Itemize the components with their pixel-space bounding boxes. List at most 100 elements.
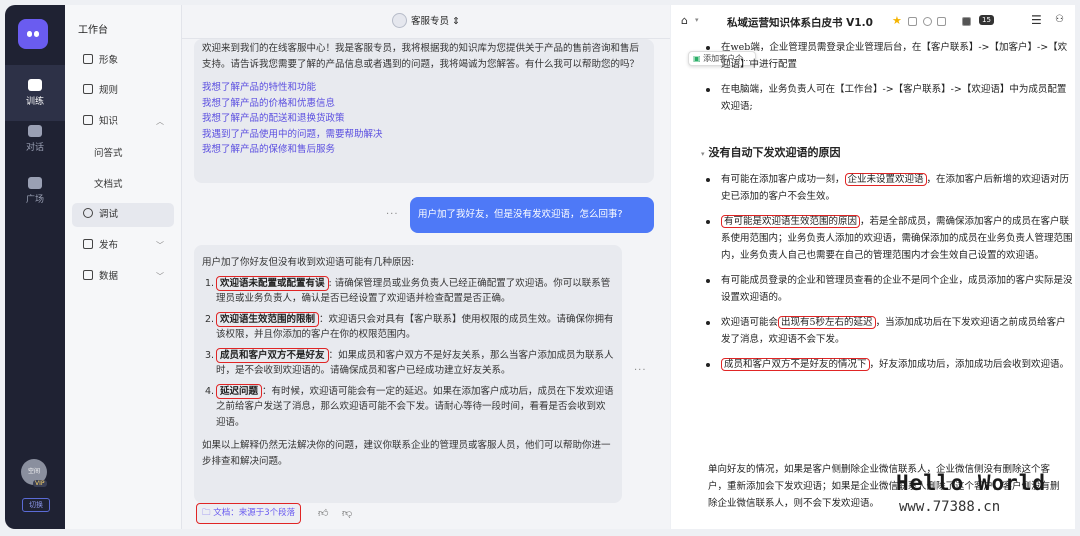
- chevron-down-icon: ﹀: [156, 241, 164, 250]
- chat-bubble-icon: [83, 208, 93, 218]
- grid-icon: [28, 177, 42, 189]
- doc-bullet: 成员和客户双方不是好友的情况下 ，好友添加成功后，添加成功后会收到欢迎语。: [701, 356, 1073, 373]
- menu-item-data[interactable]: 数据 ﹀: [72, 265, 174, 289]
- doc-bullet: 有可能是欢迎语生效范围的原因 ，若是全部成员，需确保添加客户的成员在客户联系使用范…: [701, 213, 1073, 264]
- chat-header[interactable]: 客服专员 ⇕: [182, 5, 670, 39]
- thumbs-up-icon[interactable]: 👍︎: [318, 507, 328, 519]
- doc-heading: ▾ 没有自动下发欢迎语的原因: [701, 144, 841, 160]
- item-number: 2.: [205, 313, 215, 325]
- chat-panel: 客服专员 ⇕ 欢迎来到我们的在线客服中心！我是客服专员，我将根据我的知识库为您提…: [182, 5, 850, 529]
- welcome-message: 欢迎来到我们的在线客服中心！我是客服专员，我将根据我的知识库为您提供关于产品的售…: [194, 39, 654, 183]
- doc-bullet: 有可能在添加客户成功一刻， 企业未设置欢迎语 ，在添加客户后新增的欢迎语对历史已添加…: [701, 171, 1073, 205]
- switch-button[interactable]: 切换: [22, 498, 50, 512]
- item-number: 3.: [205, 349, 215, 361]
- watermark: Hello World: [896, 471, 1047, 495]
- more-options-icon[interactable]: ···: [634, 365, 647, 376]
- vip-badge: VIP: [33, 480, 47, 487]
- menu-item-debug[interactable]: 调试: [72, 203, 174, 227]
- suggestion-link[interactable]: 我想了解产品的保修和售后服务: [202, 142, 646, 158]
- rail-item-plaza[interactable]: 广场: [5, 177, 65, 205]
- book-icon: [83, 115, 93, 125]
- doc-toolbar: ⌂ ▾ 私域运营知识体系白皮书 V1.0 ★ 15 ☰ ⚇: [671, 5, 1075, 39]
- suggestion-link[interactable]: 我想了解产品的特性和功能: [202, 80, 646, 96]
- menu-item-label: 规则: [99, 85, 119, 96]
- more-options-icon[interactable]: ···: [386, 209, 399, 220]
- chevron-up-icon: ︿: [156, 117, 164, 126]
- bullet-text: 欢迎语可能会: [721, 317, 779, 328]
- export-icon[interactable]: [908, 17, 917, 26]
- thumbs-down-icon[interactable]: 👎︎: [342, 507, 352, 519]
- doc-bullet: 在电脑端，业务负责人可在【工作台】->【客户联系】->【欢迎语】中为成员配置欢迎…: [701, 81, 1073, 115]
- collapse-icon[interactable]: ▾: [701, 149, 705, 158]
- doc-bullet: 有可能成员登录的企业和管理员查看的企业不是同个企业，成员添加的客户实际是没设置欢…: [701, 272, 1073, 306]
- suggestion-link[interactable]: 我想了解产品的配送和退换货政策: [202, 111, 646, 127]
- welcome-text: 欢迎来到我们的在线客服中心！我是客服专员，我将根据我的知识库为您提供关于产品的售…: [202, 43, 640, 70]
- share-icon: [83, 239, 93, 249]
- rail-item-chat[interactable]: 对话: [5, 125, 65, 153]
- highlighted-text: 出现有5秒左右的延迟: [778, 316, 876, 329]
- suggestion-list: 我想了解产品的特性和功能 我想了解产品的价格和优惠信息 我想了解产品的配送和退换…: [202, 80, 646, 158]
- menu-item-qa[interactable]: 问答式: [72, 142, 174, 166]
- menu-item-knowledge[interactable]: 知识 ︿: [72, 110, 174, 134]
- clock-icon[interactable]: [937, 17, 946, 26]
- answer-message: 用户加了你好友但没有收到欢迎语可能有几种原因: 1. 欢迎语未配置或配置有误: 请…: [194, 245, 622, 503]
- rail-item-train[interactable]: 训练: [5, 65, 65, 121]
- doc-top-bullets: 在web端，企业管理员需登录企业管理后台，在【客户联系】->【加客户】->【欢迎…: [701, 39, 1073, 123]
- chevron-down-icon: ﹀: [156, 272, 164, 281]
- menu-item-label: 文档式: [94, 179, 123, 190]
- menu-item-publish[interactable]: 发布 ﹀: [72, 234, 174, 258]
- menu-item-rules[interactable]: 规则: [72, 79, 174, 103]
- answer-footer: 🗀 文档：来源于3个段落 👍︎ 👎︎: [194, 503, 622, 525]
- menu-icon[interactable]: ☰: [1031, 13, 1042, 27]
- chat-title: 客服专员: [410, 16, 449, 27]
- answer-intro: 用户加了你好友但没有收到欢迎语可能有几种原因:: [202, 257, 415, 268]
- star-icon[interactable]: ★: [892, 14, 902, 27]
- item-number: 4.: [205, 385, 215, 397]
- menu-item-label: 发布: [99, 240, 119, 251]
- rail-item-label: 训练: [25, 97, 44, 107]
- user-share-icon[interactable]: ⚇: [1055, 14, 1064, 25]
- doc-icon: 🗀: [202, 508, 214, 518]
- suggestion-link[interactable]: 我想了解产品的价格和优惠信息: [202, 96, 646, 112]
- doc-bullet: 在web端，企业管理员需登录企业管理后台，在【客户联系】->【加客户】->【欢迎…: [701, 39, 1073, 73]
- doc-title: 私域运营知识体系白皮书 V1.0: [727, 17, 873, 29]
- doc-heading-text: 没有自动下发欢迎语的原因: [708, 146, 841, 159]
- menu-item-label: 形象: [99, 55, 119, 66]
- agent-avatar-icon: [391, 13, 407, 28]
- robot-icon: [28, 79, 42, 91]
- highlighted-text: 企业未设置欢迎语: [844, 173, 927, 186]
- rail-item-label: 广场: [25, 195, 44, 205]
- collaborator-count-badge: 15: [979, 15, 994, 25]
- menu-title: 工作台: [78, 25, 108, 36]
- watermark-url: www.77388.cn: [899, 499, 1001, 515]
- suggestion-link[interactable]: 我遇到了产品使用中的问题，需要帮助解决: [202, 127, 646, 143]
- item-number: 1.: [205, 277, 215, 289]
- answer-item-title: 欢迎语生效范围的限制: [216, 311, 320, 327]
- workspace-menu: 工作台 形象 规则 知识 ︿ 问答式 文档式 调试 发布 ﹀ 数据 ﹀: [65, 5, 182, 529]
- switch-agent-icon[interactable]: ⇕: [452, 16, 460, 27]
- check-circle-icon[interactable]: [923, 17, 932, 26]
- bullet-text: ，好友添加成功后，添加成功后会收到欢迎语。: [869, 359, 1070, 370]
- person-icon: [83, 54, 93, 64]
- answer-item-title: 延迟问题: [216, 383, 263, 399]
- chevron-down-icon[interactable]: ▾: [695, 16, 699, 24]
- rail-item-label: 对话: [25, 143, 44, 153]
- chart-icon: [83, 270, 93, 280]
- doc-reason-list: 有可能在添加客户成功一刻， 企业未设置欢迎语 ，在添加客户后新增的欢迎语对历史已添加…: [701, 171, 1073, 381]
- answer-outro: 如果以上解释仍然无法解决你的问题，建议你联系企业的管理员或客服人员，他们可以帮助…: [202, 440, 611, 467]
- user-message: 用户加了我好友，但是没有发欢迎语，怎么回事?: [410, 197, 654, 233]
- chat-icon: [28, 125, 42, 137]
- doc-source-link[interactable]: 🗀 文档：来源于3个段落: [196, 503, 302, 524]
- answer-item-text: ：有时候，欢迎语可能会有一定的延迟。如果在添加客户成功后，成员在下发欢迎语之前给…: [216, 385, 614, 428]
- answer-item: 4. 延迟问题 ：有时候，欢迎语可能会有一定的延迟。如果在添加客户成功后，成员在下发…: [202, 383, 614, 431]
- home-icon[interactable]: ⌂: [681, 14, 688, 27]
- menu-item-persona[interactable]: 形象: [72, 49, 174, 73]
- menu-item-docs[interactable]: 文档式: [72, 173, 174, 197]
- collaborator-avatar-icon[interactable]: [962, 17, 971, 26]
- doc-source-label: 文档：来源于3个段落: [213, 508, 296, 518]
- answer-item-title: 成员和客户双方不是好友: [216, 347, 329, 363]
- app-logo-icon[interactable]: [18, 19, 48, 49]
- doc-bullet: 欢迎语可能会 出现有5秒左右的延迟 ，当添加成功后在下发欢迎语之前成员给客户发了消息…: [701, 314, 1073, 348]
- answer-item: 3. 成员和客户双方不是好友 ：如果成员和客户双方不是好友关系，那么当客户添加成员为…: [202, 347, 614, 379]
- bullet-text: 有可能在添加客户成功一刻，: [721, 174, 845, 185]
